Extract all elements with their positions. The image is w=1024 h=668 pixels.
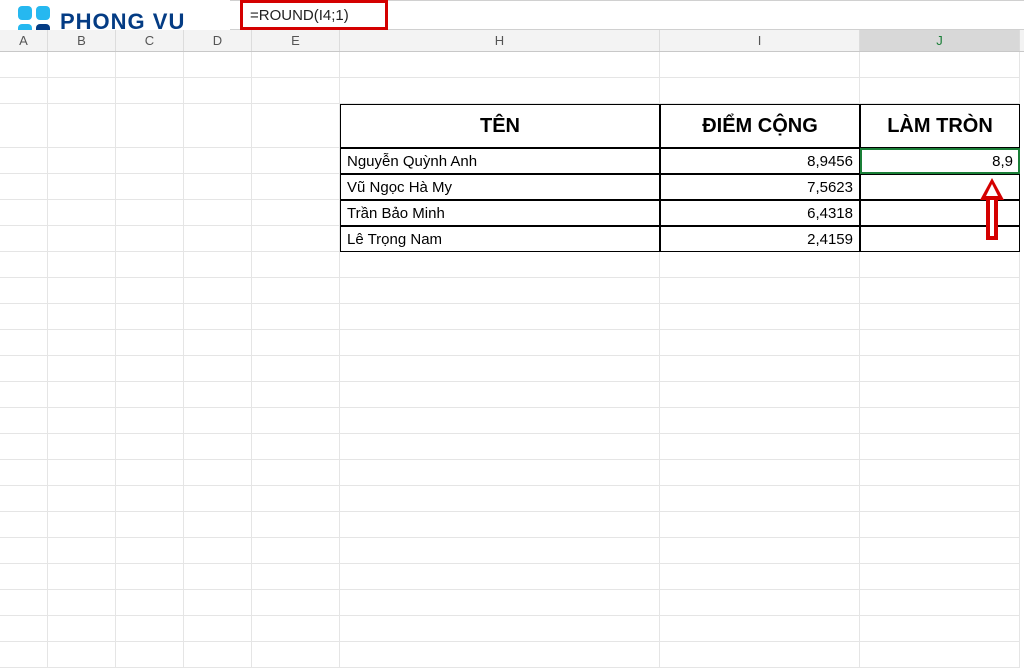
formula-bar[interactable]: =ROUND(I4;1) <box>230 0 1024 30</box>
col-C[interactable]: C <box>116 30 184 51</box>
formula-text: =ROUND(I4;1) <box>250 7 349 24</box>
cell-score[interactable]: 2,4159 <box>660 226 860 252</box>
cell-score[interactable]: 7,5623 <box>660 174 860 200</box>
header-name: TÊN <box>340 104 660 148</box>
header-score: ĐIỂM CỘNG <box>660 104 860 148</box>
cell-round[interactable] <box>860 200 1020 226</box>
column-headers: A B C D E H I J <box>0 30 1024 52</box>
cell-name[interactable]: Vũ Ngọc Hà My <box>340 174 660 200</box>
col-A[interactable]: A <box>0 30 48 51</box>
cell-round[interactable] <box>860 174 1020 200</box>
cell-score[interactable]: 8,9456 <box>660 148 860 174</box>
col-I[interactable]: I <box>660 30 860 51</box>
table-row: Nguyễn Quỳnh Anh 8,9456 8,9 <box>0 148 1024 174</box>
cell-score[interactable]: 6,4318 <box>660 200 860 226</box>
cell-round[interactable]: 8,9 <box>860 148 1020 174</box>
col-E[interactable]: E <box>252 30 340 51</box>
table-header-row: TÊN ĐIỂM CỘNG LÀM TRÒN <box>0 104 1024 148</box>
col-H[interactable]: H <box>340 30 660 51</box>
cell-name[interactable]: Lê Trọng Nam <box>340 226 660 252</box>
table-row: Vũ Ngọc Hà My 7,5623 <box>0 174 1024 200</box>
cell-name[interactable]: Trần Bảo Minh <box>340 200 660 226</box>
col-B[interactable]: B <box>48 30 116 51</box>
cell-name[interactable]: Nguyễn Quỳnh Anh <box>340 148 660 174</box>
table-row: Lê Trọng Nam 2,4159 <box>0 226 1024 252</box>
col-D[interactable]: D <box>184 30 252 51</box>
col-J[interactable]: J <box>860 30 1020 51</box>
cell-round[interactable] <box>860 226 1020 252</box>
header-round: LÀM TRÒN <box>860 104 1020 148</box>
spreadsheet-grid[interactable]: TÊN ĐIỂM CỘNG LÀM TRÒN Nguyễn Quỳnh Anh … <box>0 52 1024 640</box>
table-row: Trần Bảo Minh 6,4318 <box>0 200 1024 226</box>
